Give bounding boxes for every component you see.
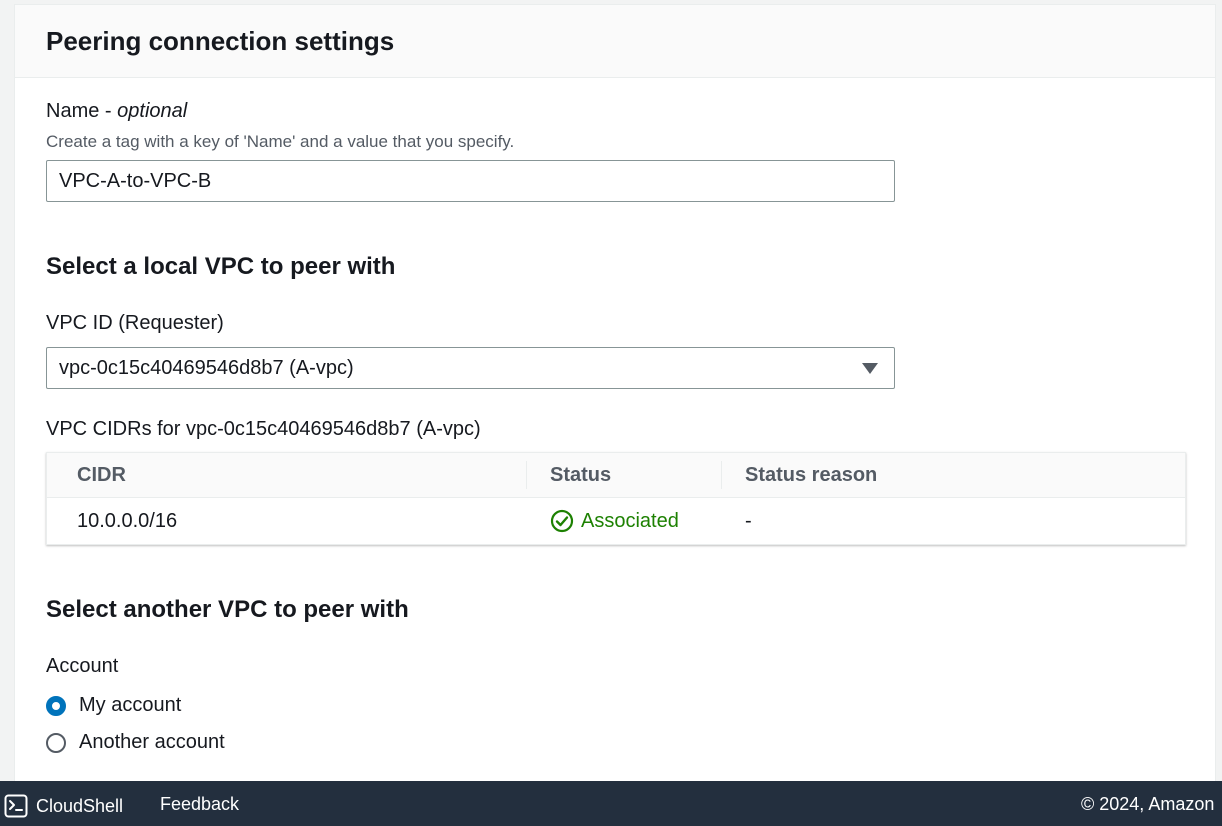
vpc-id-select[interactable]: vpc-0c15c40469546d8b7 (A-vpc) xyxy=(46,347,895,389)
column-header-cidr[interactable]: CIDR xyxy=(77,464,126,487)
cloudshell-icon xyxy=(4,794,28,818)
copyright-text: © 2024, Amazon xyxy=(1081,794,1215,814)
cidr-cell: 10.0.0.0/16 xyxy=(77,510,178,532)
column-divider xyxy=(526,461,527,489)
status-text: Associated xyxy=(581,509,679,532)
status-cell: Associated xyxy=(550,509,679,533)
local-vpc-section-title: Select a local VPC to peer with xyxy=(46,253,396,280)
status-reason-cell: - xyxy=(745,510,752,532)
cloudshell-button[interactable]: CloudShell xyxy=(4,794,123,818)
vpc-cidrs-label: VPC CIDRs for vpc-0c15c40469546d8b7 (A-v… xyxy=(46,418,481,440)
cidr-table-header: CIDR Status Status reason xyxy=(47,453,1185,498)
radio-button-checked[interactable] xyxy=(46,695,66,716)
name-description: Create a tag with a key of 'Name' and a … xyxy=(46,132,515,151)
radio-another-account[interactable]: Another account xyxy=(46,731,225,754)
name-label-text: Name xyxy=(46,100,100,122)
feedback-link[interactable]: Feedback xyxy=(160,794,239,815)
caret-down-icon xyxy=(862,363,878,374)
radio-button-unchecked[interactable] xyxy=(46,732,66,753)
name-optional-label: optional xyxy=(117,100,188,122)
column-divider xyxy=(721,461,722,489)
account-label: Account xyxy=(46,655,119,677)
vpc-id-selected-value: vpc-0c15c40469546d8b7 (A-vpc) xyxy=(59,357,354,379)
check-circle-icon xyxy=(550,509,574,533)
panel-header: Peering connection settings xyxy=(15,5,1215,78)
vpc-id-label: VPC ID (Requester) xyxy=(46,312,224,334)
name-input[interactable] xyxy=(46,160,895,202)
cloudshell-label: CloudShell xyxy=(36,795,124,816)
peering-settings-panel: Peering connection settings Name - optio… xyxy=(14,4,1216,794)
radio-my-account-label: My account xyxy=(79,694,182,716)
radio-another-account-label: Another account xyxy=(79,731,225,753)
another-vpc-section-title: Select another VPC to peer with xyxy=(46,596,409,623)
radio-my-account[interactable]: My account xyxy=(46,694,181,717)
cidr-table: CIDR Status Status reason 10.0.0.0/16 As… xyxy=(46,452,1186,545)
column-header-status-reason[interactable]: Status reason xyxy=(745,464,877,487)
name-label: Name - optional xyxy=(46,100,187,123)
column-header-status[interactable]: Status xyxy=(550,464,611,487)
panel-title: Peering connection settings xyxy=(46,26,395,56)
console-footer: CloudShell Feedback © 2024, Amazon xyxy=(0,781,1222,826)
name-label-dash: - xyxy=(104,100,118,122)
